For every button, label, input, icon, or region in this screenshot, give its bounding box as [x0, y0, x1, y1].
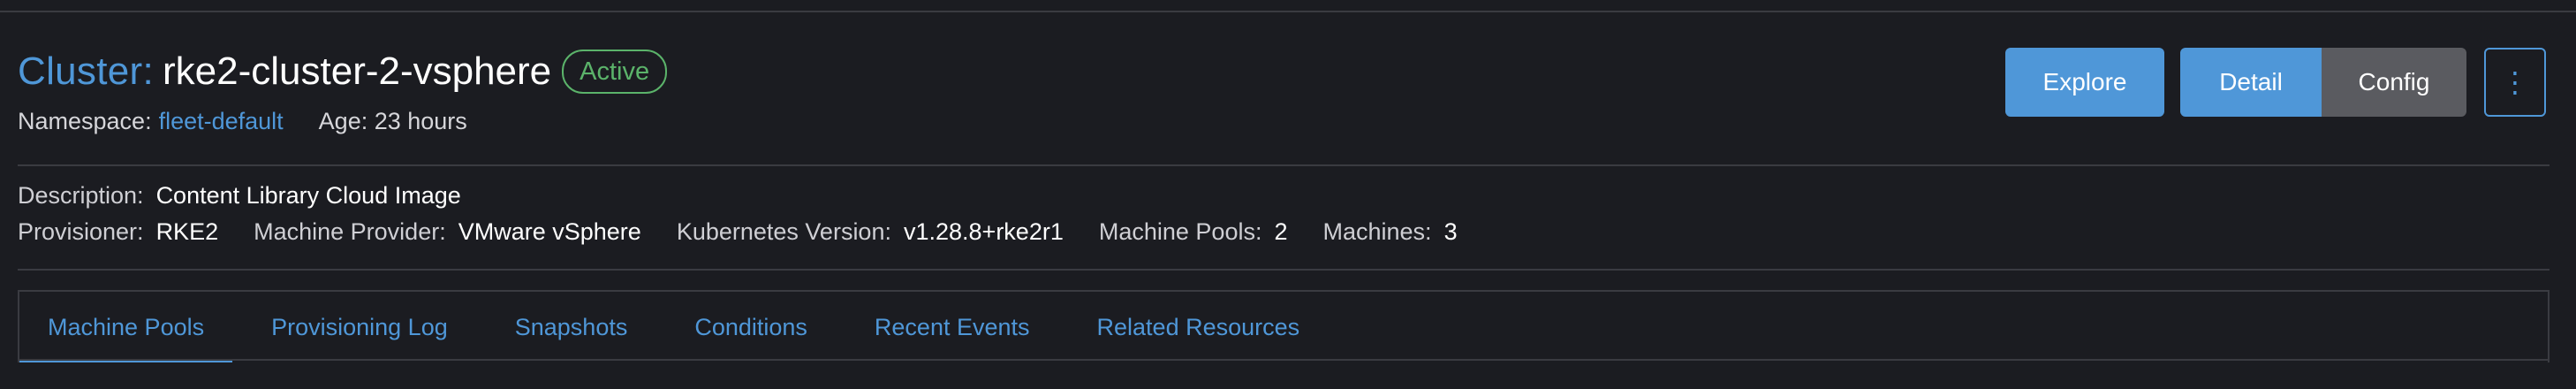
provisioner-label: Provisioner:: [18, 218, 144, 245]
machine-provider-value: VMware vSphere: [458, 218, 641, 245]
detail-button[interactable]: Detail: [2180, 48, 2322, 117]
header-divider: [18, 164, 2549, 166]
tab-conditions[interactable]: Conditions: [666, 292, 836, 362]
age-text: Age: 23 hours: [318, 108, 467, 134]
tab-machine-pools[interactable]: Machine Pools: [19, 292, 233, 362]
title-prefix: Cluster:: [18, 50, 154, 93]
meta-row: Namespace: fleet-default Age: 23 hours: [18, 108, 467, 135]
tab-recent-events[interactable]: Recent Events: [846, 292, 1058, 362]
description-row: Description: Content Library Cloud Image: [18, 182, 461, 210]
kubernetes-version-value: v1.28.8+rke2r1: [903, 218, 1064, 245]
top-divider: [0, 11, 2576, 12]
machines-label: Machines:: [1322, 218, 1432, 245]
description-label: Description:: [18, 182, 144, 209]
tab-provisioning-log[interactable]: Provisioning Log: [243, 292, 476, 362]
tab-bar: Machine Pools Provisioning Log Snapshots…: [18, 290, 2549, 362]
namespace-label: Namespace:: [18, 108, 152, 134]
provisioner-value: RKE2: [155, 218, 219, 245]
description-value: Content Library Cloud Image: [155, 182, 461, 209]
explore-button[interactable]: Explore: [2005, 48, 2164, 117]
machine-pools-label: Machine Pools:: [1098, 218, 1262, 245]
machine-pools-value: 2: [1274, 218, 1288, 245]
machines-value: 3: [1443, 218, 1458, 245]
namespace-link[interactable]: fleet-default: [159, 108, 284, 135]
more-actions-button[interactable]: ⋮: [2484, 48, 2546, 117]
details-row: Provisioner: RKE2 Machine Provider: VMwa…: [18, 218, 1458, 246]
status-badge: Active: [562, 50, 668, 94]
details-divider: [18, 269, 2549, 271]
tab-bar-bottom-border: [18, 359, 2549, 361]
tab-snapshots[interactable]: Snapshots: [487, 292, 656, 362]
cluster-name: rke2-cluster-2-vsphere: [163, 50, 552, 93]
config-button[interactable]: Config: [2322, 48, 2466, 117]
kubernetes-version-label: Kubernetes Version:: [676, 218, 891, 245]
machine-provider-label: Machine Provider:: [254, 218, 446, 245]
kebab-menu-icon: ⋮: [2501, 66, 2529, 98]
tab-related-resources[interactable]: Related Resources: [1069, 292, 1329, 362]
page-header: Cluster: rke2-cluster-2-vsphere Active: [18, 50, 668, 94]
